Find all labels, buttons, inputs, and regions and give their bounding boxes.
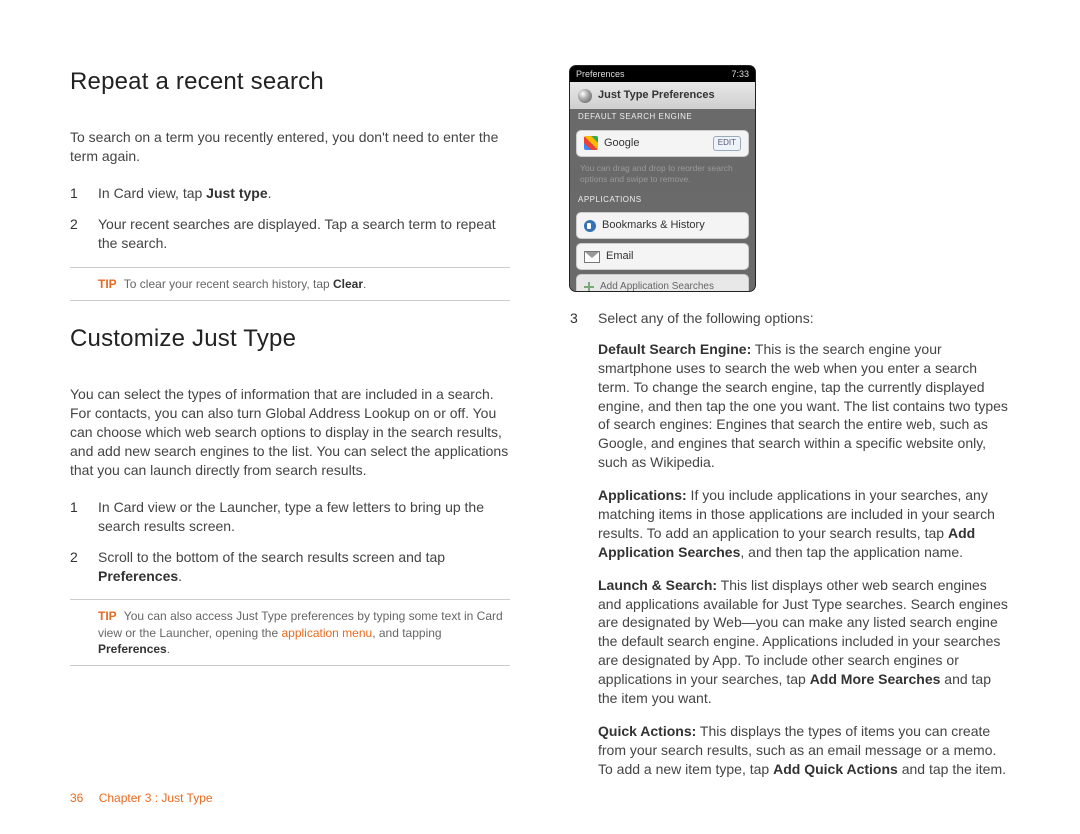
row-bookmarks: Bookmarks & History <box>576 212 749 239</box>
step-body: In Card view, tap Just type. <box>98 184 510 203</box>
reorder-hint: You can drag and drop to reorder search … <box>570 161 755 192</box>
option-bold: Add Quick Actions <box>773 761 898 777</box>
step-1: 1 In Card view or the Launcher, type a f… <box>70 498 510 536</box>
edit-button: EDIT <box>713 136 741 151</box>
option-lead: Applications: <box>598 487 687 503</box>
step-pre: Scroll to the bottom of the search resul… <box>98 549 445 565</box>
tip-post: . <box>167 642 170 656</box>
row-add-app-searches: Add Application Searches <box>576 274 749 291</box>
row-email: Email <box>576 243 749 270</box>
tip-label: TIP <box>98 609 117 623</box>
tip-bold: Clear <box>333 277 363 291</box>
just-type-icon <box>578 89 592 103</box>
step-number: 2 <box>70 548 98 586</box>
step-post: . <box>178 568 182 584</box>
tip-pre: To clear your recent search history, tap <box>124 277 333 291</box>
row-email-label: Email <box>606 249 634 264</box>
step-2: 2 Your recent searches are displayed. Ta… <box>70 215 510 253</box>
mail-icon <box>584 251 600 263</box>
step-body: In Card view or the Launcher, type a few… <box>98 498 510 536</box>
page-number: 36 <box>70 791 83 805</box>
phone-status-bar: Preferences 7:33 <box>570 66 755 82</box>
option-post: and tap the item. <box>898 761 1006 777</box>
phone-title-bar: Just Type Preferences <box>570 82 755 109</box>
google-icon <box>584 136 598 150</box>
step-bold: Just type <box>206 185 267 201</box>
left-column: Repeat a recent search To search on a te… <box>70 66 510 793</box>
tip-post: . <box>363 277 366 291</box>
option-launch-search: Launch & Search: This list displays othe… <box>598 576 1010 708</box>
link-application-menu[interactable]: application menu <box>281 626 372 640</box>
step-number: 1 <box>70 498 98 536</box>
status-left: Preferences <box>576 68 625 80</box>
section-applications: APPLICATIONS <box>570 192 755 209</box>
step-post: . <box>268 185 272 201</box>
option-quick-actions: Quick Actions: This displays the types o… <box>598 722 1010 779</box>
option-lead: Quick Actions: <box>598 723 696 739</box>
right-column: Preferences 7:33 Just Type Preferences D… <box>570 66 1010 793</box>
step-3: 3 Select any of the following options: <box>570 309 1010 328</box>
row-google: Google EDIT <box>576 130 749 157</box>
page-footer: 36 Chapter 3 : Just Type <box>70 790 213 806</box>
screenshot-just-type-prefs: Preferences 7:33 Just Type Preferences D… <box>570 66 755 291</box>
step-pre: In Card view, tap <box>98 185 206 201</box>
heading-customize: Customize Just Type <box>70 323 510 355</box>
row-add-label: Add Application Searches <box>600 280 714 291</box>
section-default-engine: DEFAULT SEARCH ENGINE <box>570 109 755 126</box>
step-number: 2 <box>70 215 98 253</box>
step-2: 2 Scroll to the bottom of the search res… <box>70 548 510 586</box>
tip-bold: Preferences <box>98 642 167 656</box>
step-number: 1 <box>70 184 98 203</box>
option-post: , and then tap the application name. <box>740 544 963 560</box>
phone-title-text: Just Type Preferences <box>598 88 715 103</box>
bookmarks-icon <box>584 220 596 232</box>
option-default-engine: Default Search Engine: This is the searc… <box>598 340 1010 472</box>
step-1: 1 In Card view, tap Just type. <box>70 184 510 203</box>
tip-mid: , and tapping <box>372 626 441 640</box>
row-google-label: Google <box>604 136 639 151</box>
intro-repeat-search: To search on a term you recently entered… <box>70 128 510 166</box>
option-bold: Add More Searches <box>810 671 941 687</box>
chapter-label: Chapter 3 : Just Type <box>99 791 213 805</box>
step-body: Your recent searches are displayed. Tap … <box>98 215 510 253</box>
steps-repeat-search: 1 In Card view, tap Just type. 2 Your re… <box>70 184 510 253</box>
status-time: 7:33 <box>731 68 749 80</box>
option-applications: Applications: If you include application… <box>598 486 1010 562</box>
option-lead: Launch & Search: <box>598 577 717 593</box>
row-bookmarks-label: Bookmarks & History <box>602 218 705 233</box>
tip-label: TIP <box>98 277 117 291</box>
steps-customize: 1 In Card view or the Launcher, type a f… <box>70 498 510 586</box>
heading-repeat-search: Repeat a recent search <box>70 66 510 98</box>
tip-repeat-search: TIP To clear your recent search history,… <box>70 267 510 301</box>
step-body: Select any of the following options: <box>598 309 1010 328</box>
intro-customize: You can select the types of information … <box>70 385 510 479</box>
option-text: This is the search engine your smartphon… <box>598 341 1008 470</box>
option-lead: Default Search Engine: <box>598 341 751 357</box>
step-body: Scroll to the bottom of the search resul… <box>98 548 510 586</box>
tip-customize: TIP You can also access Just Type prefer… <box>70 599 510 666</box>
step-bold: Preferences <box>98 568 178 584</box>
step-number: 3 <box>570 309 598 328</box>
plus-icon <box>584 282 594 291</box>
